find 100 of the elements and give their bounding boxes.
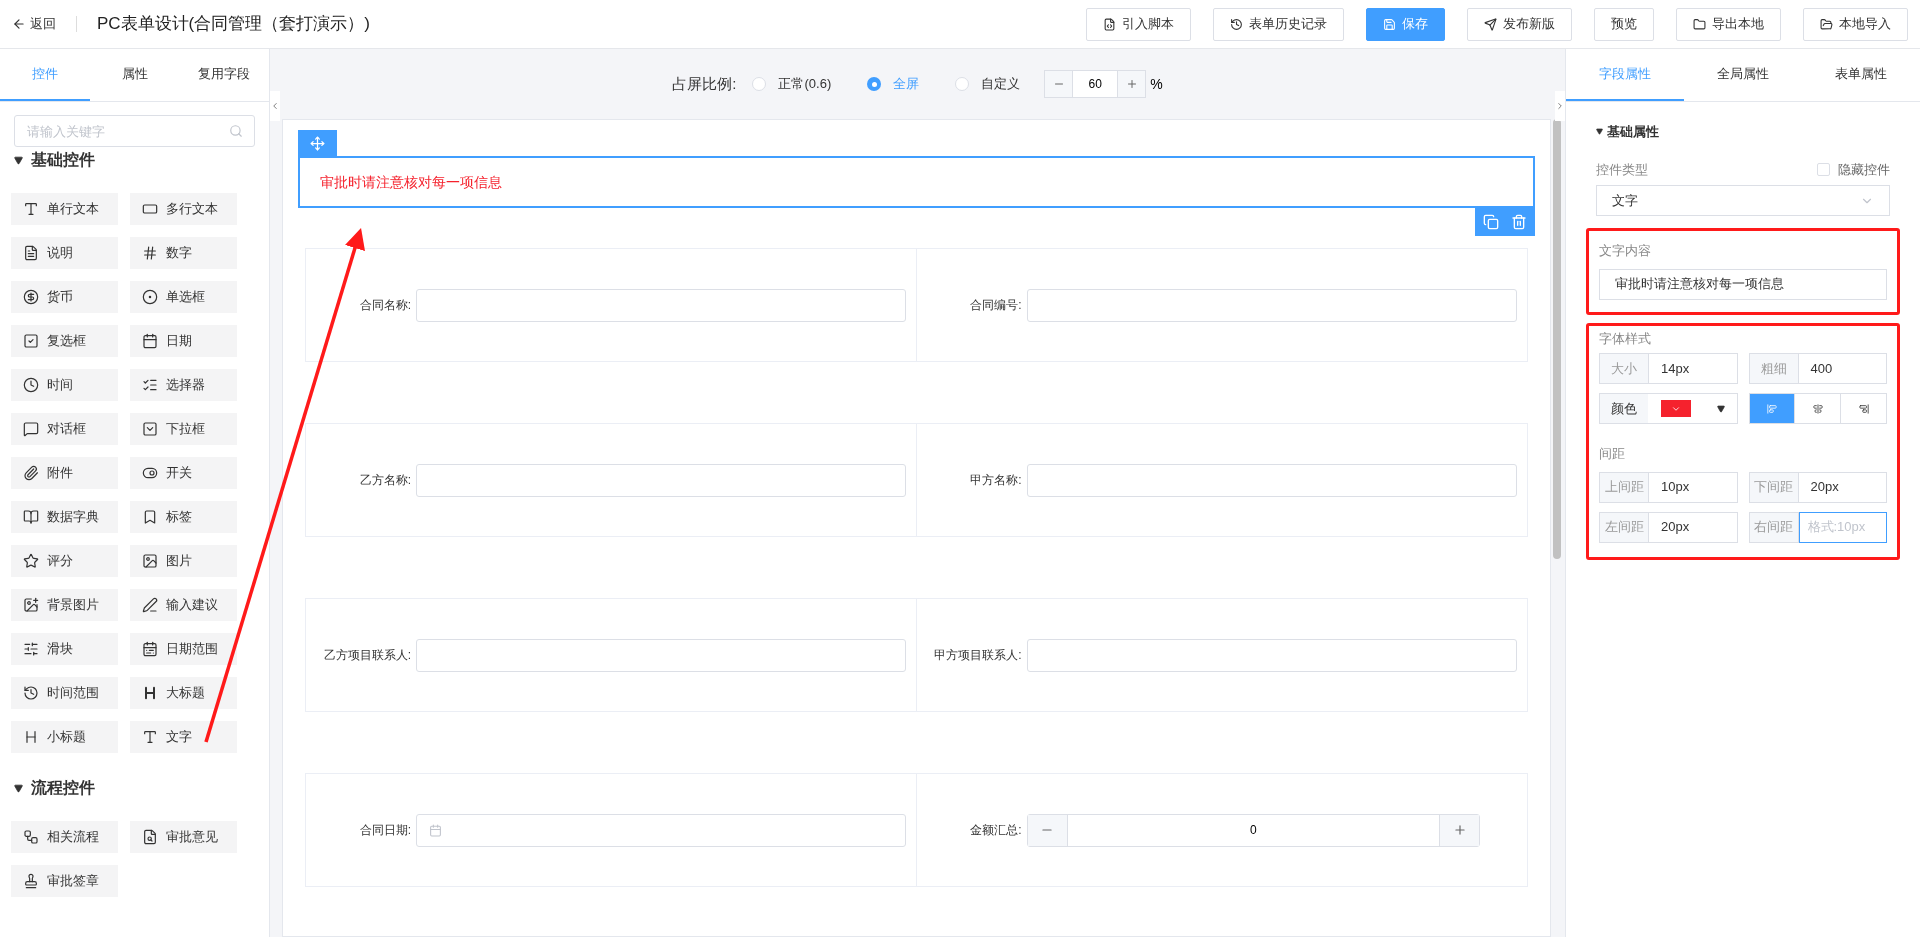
checkbox[interactable] bbox=[1817, 162, 1830, 176]
panel-tab[interactable]: 复用字段 bbox=[179, 49, 269, 101]
search-field[interactable]: 请输入关键字 bbox=[14, 115, 255, 147]
color-swatch[interactable] bbox=[1661, 400, 1691, 417]
control-item[interactable]: 时间范围 bbox=[11, 677, 118, 709]
control-item[interactable]: 复选框 bbox=[11, 325, 118, 357]
move-icon[interactable] bbox=[310, 135, 325, 151]
control-icon bbox=[23, 465, 39, 481]
align-right-icon bbox=[1858, 403, 1869, 414]
control-item[interactable]: 日期范围 bbox=[130, 633, 237, 665]
field-value[interactable]: 20px bbox=[1798, 471, 1887, 503]
control-item[interactable]: 滑块 bbox=[11, 633, 118, 665]
control-item[interactable]: 开关 bbox=[130, 457, 237, 489]
toolbar-button[interactable]: 引入脚本 bbox=[1086, 7, 1191, 41]
button-icon bbox=[1693, 17, 1706, 31]
field-value[interactable]: 400 bbox=[1798, 353, 1887, 384]
caret-icon[interactable] bbox=[14, 783, 23, 793]
copy-icon[interactable] bbox=[1483, 214, 1499, 230]
color-picker[interactable]: 颜色 bbox=[1599, 393, 1738, 424]
collapse-left-handle[interactable] bbox=[270, 91, 280, 121]
control-item[interactable]: 输入建议 bbox=[130, 589, 237, 621]
control-icon bbox=[142, 641, 158, 657]
button-icon bbox=[1820, 17, 1833, 31]
radio-label[interactable]: 正常(0.6) bbox=[778, 74, 832, 94]
control-icon bbox=[23, 873, 39, 889]
control-icon bbox=[142, 729, 158, 745]
control-item[interactable]: 附件 bbox=[11, 457, 118, 489]
control-item[interactable]: 大标题 bbox=[130, 677, 237, 709]
control-item[interactable]: 数字 bbox=[130, 237, 237, 269]
field-value[interactable]: 20px bbox=[1649, 511, 1738, 543]
field-prefix: 右间距 bbox=[1748, 511, 1799, 543]
panel-tab[interactable]: 全局属性 bbox=[1684, 49, 1802, 101]
caret-icon[interactable] bbox=[1596, 128, 1603, 136]
field-label: 合同名称: bbox=[358, 297, 412, 314]
control-icon bbox=[142, 829, 158, 845]
control-item[interactable]: 背景图片 bbox=[11, 589, 118, 621]
control-item[interactable]: 审批签章 bbox=[11, 865, 118, 897]
page-title: PC表单设计(合同管理（套打演示）) bbox=[97, 13, 370, 36]
ratio-label: 占屏比例: bbox=[672, 73, 737, 94]
field-title: 字体样式 bbox=[1599, 329, 1652, 348]
toolbar-button[interactable]: 导出本地 bbox=[1676, 7, 1781, 41]
back-arrow-icon bbox=[12, 17, 26, 31]
text-block[interactable]: 审批时请注意核对每一项信息 bbox=[298, 156, 1535, 208]
caret-icon[interactable] bbox=[14, 155, 23, 165]
control-item[interactable]: 相关流程 bbox=[11, 821, 118, 853]
control-item[interactable]: 单选框 bbox=[130, 281, 237, 313]
control-icon bbox=[142, 245, 158, 261]
radio-button[interactable] bbox=[867, 77, 882, 91]
field-value[interactable]: 10px bbox=[1649, 471, 1738, 503]
control-item[interactable]: 标签 bbox=[130, 501, 237, 533]
collapse-right-handle[interactable] bbox=[1555, 91, 1565, 121]
control-item[interactable]: 小标题 bbox=[11, 721, 118, 753]
control-icon bbox=[142, 201, 158, 217]
toolbar-button[interactable]: 发布新版 bbox=[1467, 7, 1572, 41]
control-item[interactable]: 多行文本 bbox=[130, 193, 237, 225]
plus-icon[interactable] bbox=[1125, 78, 1138, 90]
type-select[interactable]: 文字 bbox=[1596, 185, 1890, 216]
control-icon bbox=[142, 509, 158, 525]
ratio-stepper[interactable]: 60 bbox=[1044, 70, 1147, 98]
checkbox-label[interactable]: 隐藏控件 bbox=[1838, 159, 1890, 179]
control-item[interactable]: 时间 bbox=[11, 369, 118, 401]
control-icon bbox=[23, 333, 39, 349]
delete-icon[interactable] bbox=[1511, 214, 1527, 230]
toolbar-button[interactable]: 表单历史记录 bbox=[1213, 7, 1344, 41]
move-handle[interactable] bbox=[298, 130, 337, 156]
control-item[interactable]: 货币 bbox=[11, 281, 118, 313]
field-label: 乙方名称: bbox=[358, 472, 412, 489]
radio-button[interactable] bbox=[752, 77, 767, 91]
content-input[interactable]: 审批时请注意核对每一项信息 bbox=[1599, 268, 1887, 300]
control-item[interactable]: 下拉框 bbox=[130, 413, 237, 445]
back-button[interactable]: 返回 bbox=[12, 14, 56, 34]
field-title: 控件类型 bbox=[1596, 160, 1648, 179]
field-value[interactable]: 14px bbox=[1649, 353, 1738, 384]
caret-icon bbox=[1716, 404, 1725, 413]
align-button[interactable] bbox=[1749, 394, 1795, 423]
control-item[interactable]: 对话框 bbox=[11, 413, 118, 445]
number-input[interactable]: 0 bbox=[1026, 813, 1480, 847]
control-item[interactable]: 说明 bbox=[11, 237, 118, 269]
button-icon bbox=[1383, 17, 1396, 31]
plus-icon[interactable] bbox=[1452, 823, 1467, 837]
radio-label[interactable]: 自定义 bbox=[981, 74, 1021, 94]
scrollbar[interactable] bbox=[1553, 119, 1561, 559]
control-item[interactable]: 文字 bbox=[130, 721, 237, 753]
control-item[interactable]: 单行文本 bbox=[11, 193, 118, 225]
radio-button[interactable] bbox=[955, 77, 970, 91]
field-title: 文字内容 bbox=[1599, 242, 1652, 260]
control-icon bbox=[23, 245, 39, 261]
control-item[interactable]: 图片 bbox=[130, 545, 237, 577]
control-item[interactable]: 选择器 bbox=[130, 369, 237, 401]
toolbar-button[interactable]: 预览 bbox=[1594, 7, 1654, 41]
panel-tab[interactable]: 表单属性 bbox=[1802, 49, 1920, 101]
field-prefix: 粗细 bbox=[1748, 353, 1799, 384]
toolbar-button[interactable]: 本地导入 bbox=[1803, 7, 1908, 41]
control-item[interactable]: 数据字典 bbox=[11, 501, 118, 533]
control-item[interactable]: 日期 bbox=[130, 325, 237, 357]
control-item[interactable]: 审批意见 bbox=[130, 821, 237, 853]
panel-tab[interactable]: 属性 bbox=[89, 49, 180, 101]
text-input[interactable]: 格式:10px bbox=[1798, 511, 1887, 543]
control-item[interactable]: 评分 bbox=[11, 545, 118, 577]
date-input[interactable] bbox=[416, 813, 906, 847]
